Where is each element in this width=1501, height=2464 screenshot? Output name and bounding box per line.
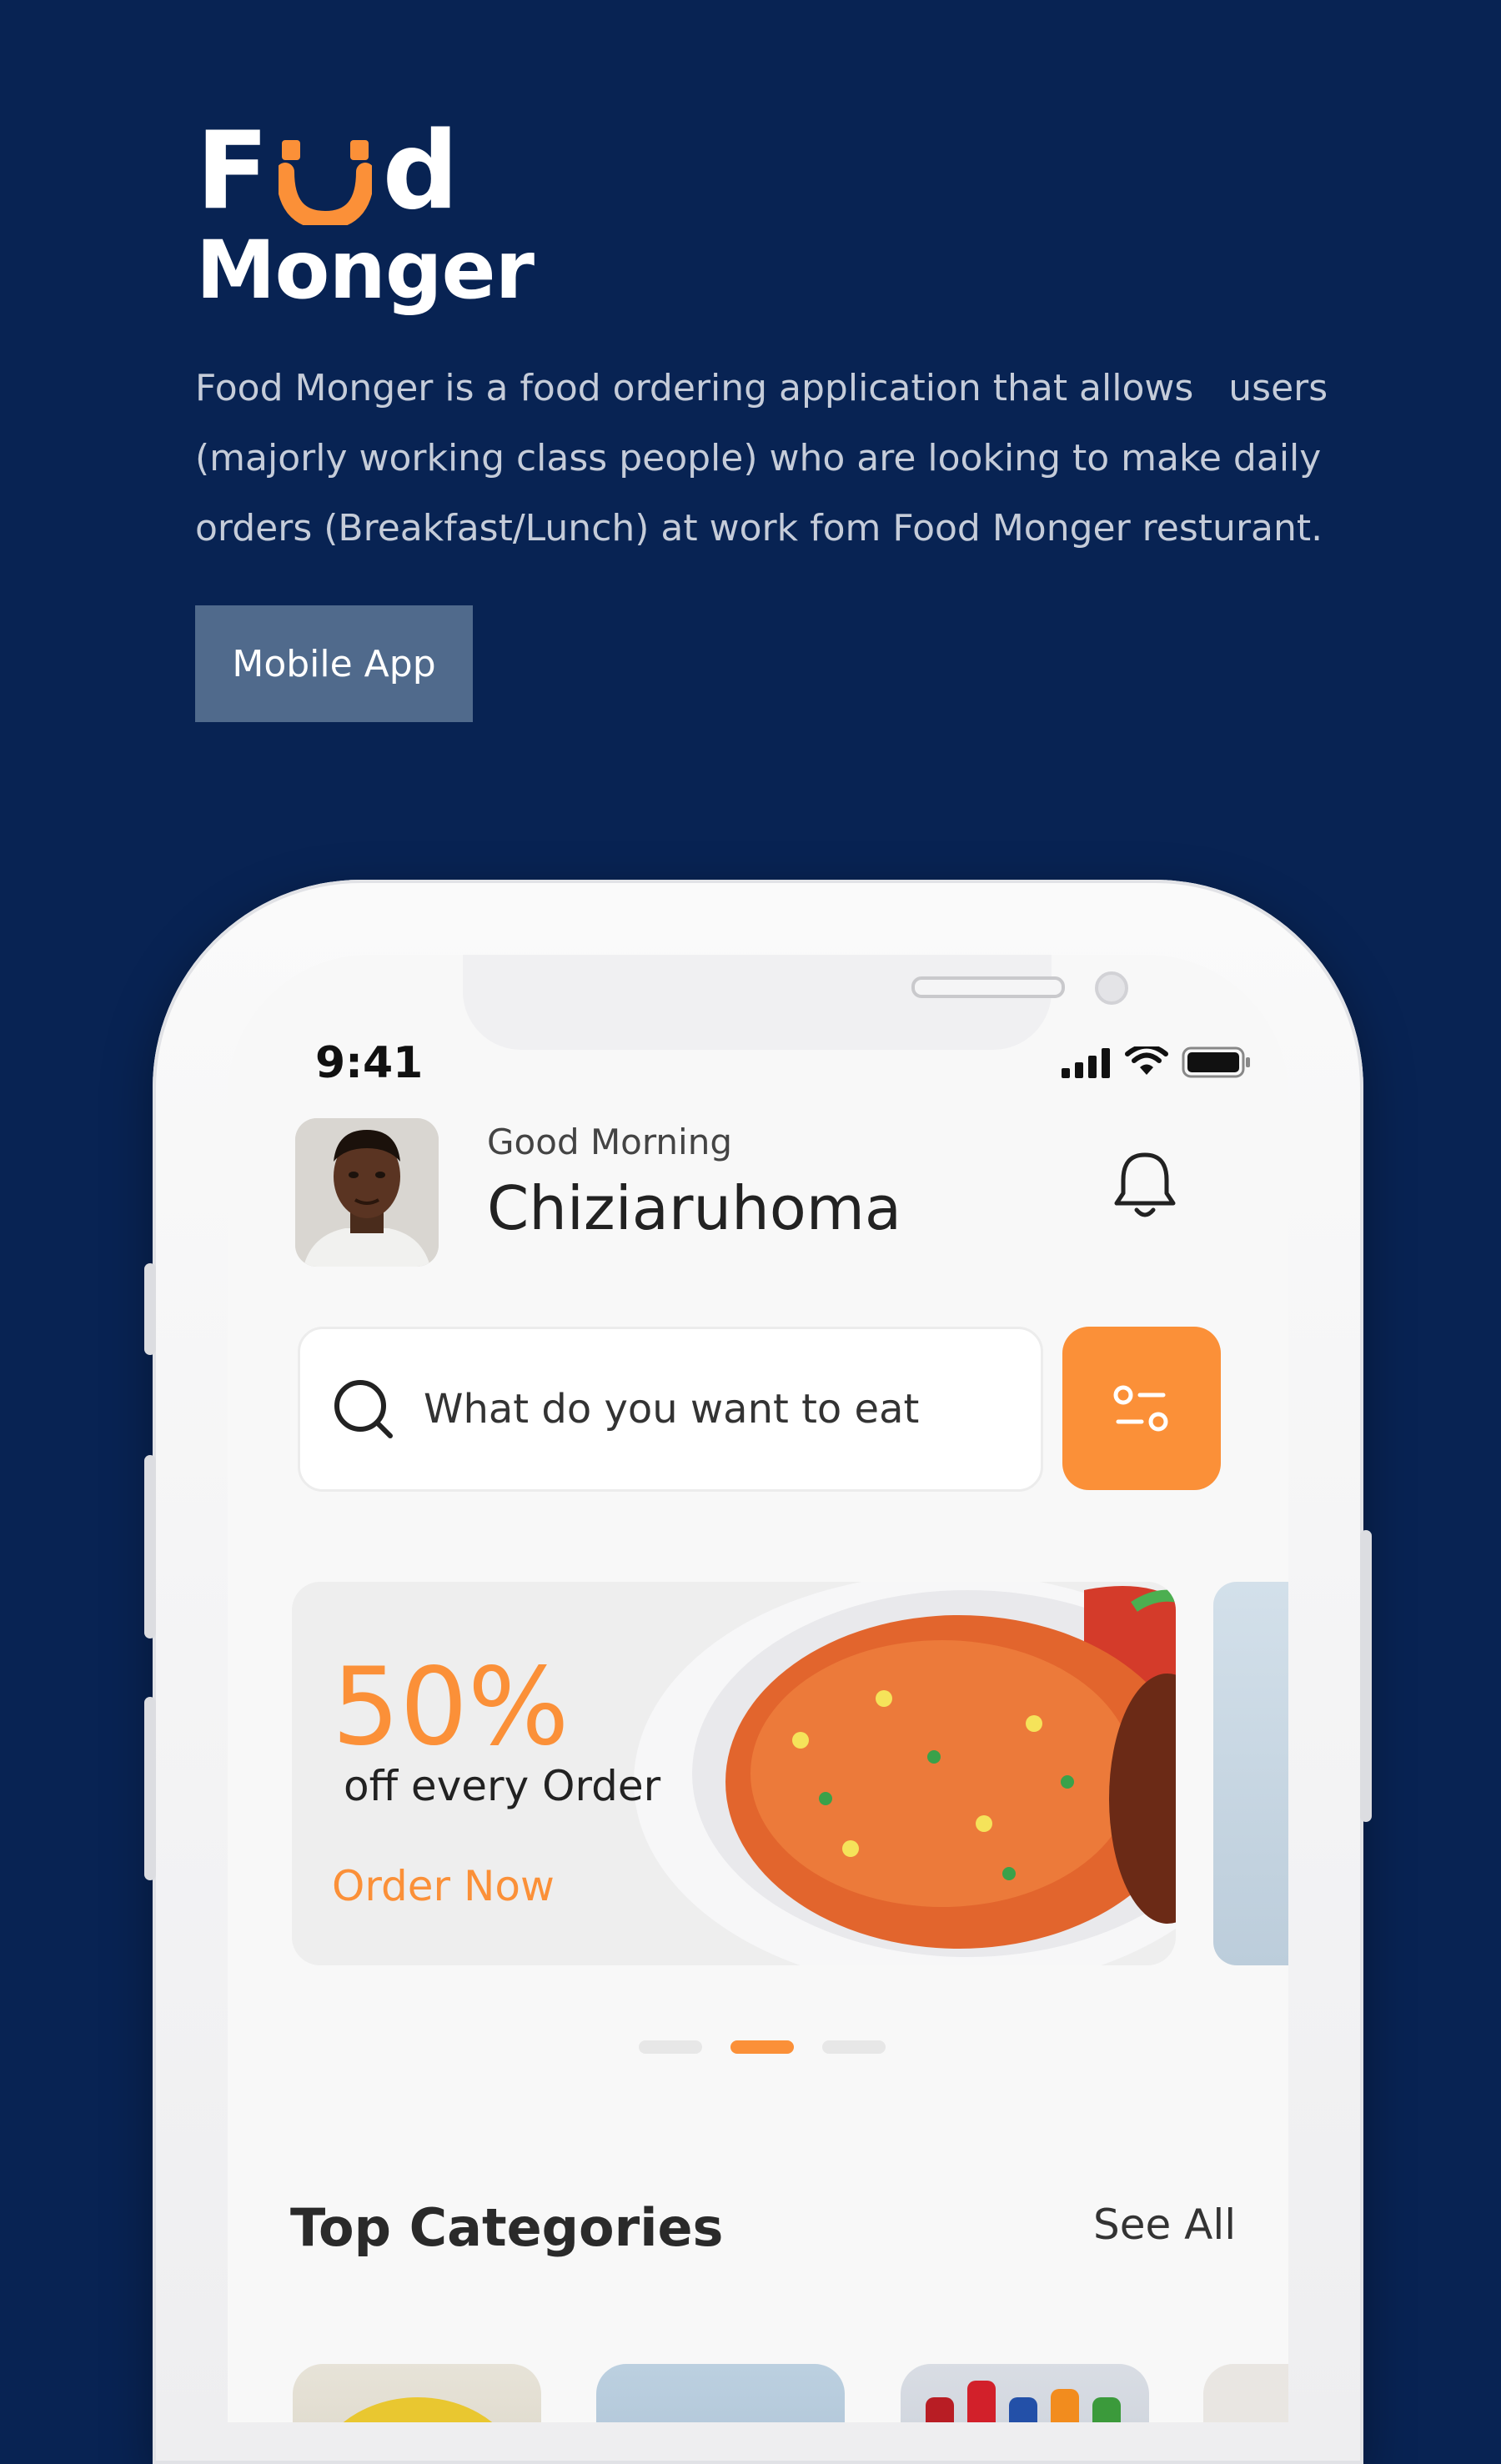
discount-value: 50% [332, 1645, 570, 1769]
app-logo: F d Monger [196, 109, 535, 317]
category-card-burger[interactable] [596, 2364, 845, 2422]
category-card-rice[interactable] [1203, 2364, 1288, 2422]
phone-power-button [1360, 1530, 1372, 1822]
see-all-link[interactable]: See All [1093, 2201, 1236, 2249]
phone-screen: 9:41 Good Morning Chiziaruhoma What do y… [228, 955, 1288, 2422]
order-now-link[interactable]: Order Now [332, 1862, 555, 1910]
logo-letter-f: F [196, 109, 269, 233]
phone-mockup: 9:41 Good Morning Chiziaruhoma What do y… [144, 880, 1372, 2464]
battery-icon [1182, 1046, 1250, 1078]
search-bar[interactable] [298, 1327, 1043, 1492]
speaker-grille [911, 976, 1065, 998]
mobile-app-tag: Mobile App [195, 605, 473, 722]
phone-volume-up [144, 1455, 156, 1638]
next-banner-preview[interactable] [1213, 1582, 1288, 1965]
filter-icon [1113, 1385, 1168, 1432]
signal-icon [1062, 1048, 1110, 1078]
greeting-text: Good Morning [487, 1122, 732, 1162]
status-time: 9:41 [315, 1038, 424, 1088]
search-icon [334, 1380, 393, 1438]
carousel-dot[interactable] [822, 2040, 886, 2054]
user-avatar[interactable] [295, 1118, 439, 1267]
jollof-rice-image [634, 1582, 1176, 1965]
phone-volume-down [144, 1697, 156, 1880]
wifi-icon [1125, 1046, 1168, 1075]
phone-notch [463, 955, 1128, 1050]
bell-icon[interactable] [1112, 1147, 1178, 1222]
category-card-moi-moi[interactable] [293, 2364, 541, 2422]
carousel-dot[interactable] [639, 2040, 702, 2054]
front-camera [1095, 971, 1128, 1005]
categories-title: Top Categories [290, 2197, 724, 2258]
search-input[interactable] [422, 1385, 1009, 1433]
category-card-drinks[interactable] [901, 2364, 1149, 2422]
carousel-indicators [639, 2040, 886, 2054]
discount-subtitle: off every Order [344, 1762, 661, 1810]
smile-icon [279, 133, 373, 225]
logo-word-monger: Monger [196, 223, 535, 317]
promo-banner[interactable]: 50% off every Order Order Now [292, 1582, 1176, 1965]
app-description: Food Monger is a food ordering applicati… [195, 367, 1340, 550]
status-icons [1062, 1046, 1252, 1078]
user-name: Chiziaruhoma [487, 1173, 902, 1243]
phone-mute-switch [144, 1263, 156, 1355]
carousel-dot-active[interactable] [730, 2040, 794, 2054]
filter-button[interactable] [1062, 1327, 1221, 1490]
logo-letter-d: d [382, 109, 459, 233]
